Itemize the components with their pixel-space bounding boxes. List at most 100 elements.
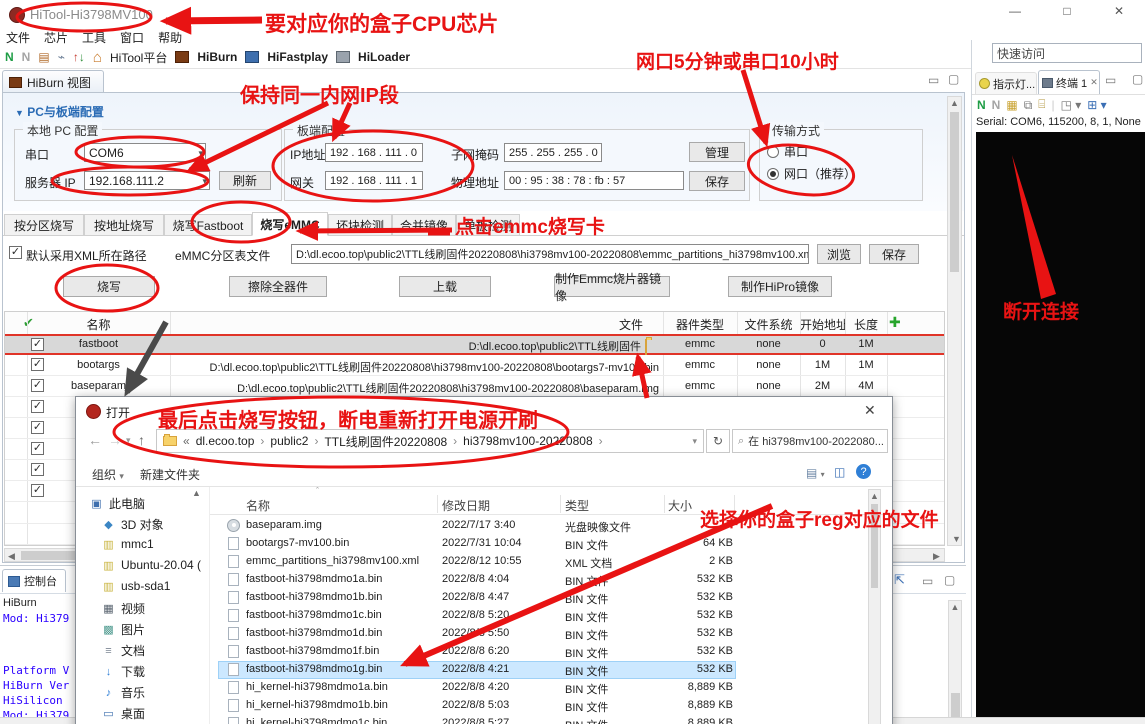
serial-combobox[interactable]: COM6 ▾ — [84, 143, 206, 162]
terminal-minimize-icon[interactable]: ▭ — [1105, 74, 1116, 86]
tab-terminal-1[interactable]: 终端 1 ✕ — [1038, 70, 1100, 94]
burn-button[interactable]: 烧写 — [63, 276, 155, 297]
panel-minimize-icon[interactable]: ▭ — [928, 74, 939, 86]
file-row[interactable]: fastboot-hi3798mdmo1a.bin 2022/8/8 4:04 … — [210, 571, 893, 589]
sidebar-item-pictures[interactable]: ▩图片 — [102, 621, 145, 638]
console-vscrollbar[interactable]: ▲ — [948, 600, 962, 718]
tab-burn-emmc[interactable]: 烧写eMMC — [252, 212, 328, 236]
sidebar-item-music[interactable]: ♪音乐 — [102, 684, 145, 701]
board-config-icon[interactable]: ⌁ — [58, 50, 65, 64]
add-row-icon[interactable]: ✚ — [889, 314, 901, 331]
file-row[interactable]: bootargs7-mv100.bin 2022/7/31 10:04 BIN … — [210, 535, 893, 553]
row-checkbox[interactable]: ✓ — [31, 421, 44, 434]
file-row[interactable]: hi_kernel-hi3798mdmo1a.bin 2022/8/8 4:20… — [210, 679, 893, 697]
menu-help[interactable]: 帮助 — [158, 29, 182, 46]
back-icon[interactable]: ← — [88, 432, 102, 448]
hiburn-icon[interactable] — [175, 51, 189, 63]
file-row[interactable]: hi_kernel-hi3798mdmo1b.bin 2022/8/8 5:03… — [210, 697, 893, 715]
terminal-connect-icon[interactable]: N — [977, 98, 986, 112]
tab-merge-image[interactable]: 合并镜像 — [392, 214, 456, 236]
help-icon[interactable]: ? — [856, 464, 871, 479]
hitool-home-icon[interactable]: ⌂ — [93, 49, 102, 66]
hifastplay-icon[interactable] — [245, 51, 259, 63]
erase-all-button[interactable]: 擦除全器件 — [229, 276, 327, 297]
menu-window[interactable]: 窗口 — [120, 29, 144, 46]
make-emmc-image-button[interactable]: 制作Emmc烧片器镜像 — [554, 276, 670, 297]
col-file-size[interactable]: 大小 — [668, 497, 692, 514]
sidebar-item-downloads[interactable]: ↓下载 — [102, 663, 145, 680]
table-row-fastboot[interactable]: ✓ fastboot D:\dl.ecoo.top\public2\TTL线刷固… — [5, 334, 944, 355]
col-file-type[interactable]: 类型 — [565, 497, 589, 514]
terminal-maximize-icon[interactable]: ▢ — [1132, 73, 1143, 85]
export-log-icon[interactable]: ⇱ — [894, 572, 905, 588]
close-button[interactable]: ✕ — [1104, 4, 1134, 24]
upload-button[interactable]: 上载 — [399, 276, 491, 297]
menu-chip[interactable]: 芯片 — [44, 29, 68, 46]
browse-button[interactable]: 浏览 — [817, 244, 861, 264]
tab-console[interactable]: 控制台 — [2, 569, 66, 592]
col-name[interactable]: 名称 — [27, 316, 170, 333]
col-file-name[interactable]: 名称 — [246, 497, 270, 514]
tab-badblock-check[interactable]: 坏块检测 — [328, 214, 392, 236]
row-checkbox[interactable]: ✓ — [31, 463, 44, 476]
mac-field[interactable]: 00 : 95 : 38 : 78 : fb : 57 — [504, 171, 684, 190]
preview-pane-icon[interactable]: ◫ — [834, 465, 845, 479]
sidebar-item-this-pc[interactable]: ▣此电脑 — [90, 495, 145, 512]
launcher-hitool[interactable]: HiTool平台 — [110, 49, 167, 66]
make-hipro-image-button[interactable]: 制作HiPro镜像 — [728, 276, 832, 297]
col-length[interactable]: 长度 — [845, 316, 887, 333]
terminal-lock-icon[interactable]: ⌸ — [1038, 97, 1045, 112]
terminal-copy-icon[interactable]: ⧉ — [1024, 99, 1033, 111]
address-chevron-icon[interactable]: ▾ — [692, 436, 697, 447]
folder-icon[interactable] — [645, 339, 647, 355]
tab-indicator[interactable]: 指示灯... — [975, 72, 1037, 94]
breadcrumb-segment[interactable]: TTL线刷固件20220808 — [324, 433, 447, 450]
breadcrumb-segment[interactable]: hi3798mv100-20220808 — [463, 434, 592, 448]
file-row[interactable]: fastboot-hi3798mdmo1f.bin 2022/8/8 6:20 … — [210, 643, 893, 661]
panel-vscrollbar[interactable]: ▲ ▼ — [947, 96, 962, 546]
sidebar-item-desktop[interactable]: ▭桌面 — [102, 705, 145, 722]
sidebar-scroll-up-icon[interactable]: ▲ — [192, 489, 201, 498]
connect-icon[interactable]: N — [5, 50, 14, 64]
tab-burn-fastboot[interactable]: 烧写Fastboot — [164, 214, 252, 236]
terminal-disconnect-icon[interactable]: N — [992, 98, 1001, 112]
maximize-button[interactable]: □ — [1052, 4, 1082, 24]
launcher-hiloader[interactable]: HiLoader — [358, 50, 410, 64]
tab-hiburn-view[interactable]: HiBurn 视图 — [2, 70, 104, 93]
board-ip-field[interactable]: 192 . 168 . 111 . 0 — [325, 143, 423, 162]
xml-save-button[interactable]: 保存 — [869, 244, 919, 264]
server-ip-combobox[interactable]: 192.168.111.2 ▾ — [84, 171, 210, 190]
sidebar-item-mmc1[interactable]: ▥mmc1 — [102, 537, 154, 551]
xml-default-checkbox[interactable]: ✓ — [9, 246, 22, 259]
refresh-icon[interactable]: ↻ — [706, 429, 730, 453]
table-row-bootargs[interactable]: ✓ bootargs D:\dl.ecoo.top\public2\TTL线刷固… — [5, 355, 944, 376]
quick-access-input[interactable]: 快速访问 — [992, 43, 1142, 63]
col-start[interactable]: 开始地址 — [800, 316, 845, 333]
minimize-button[interactable]: — — [1000, 4, 1030, 24]
panel-maximize-icon[interactable]: ▢ — [948, 73, 959, 85]
sidebar-item-documents[interactable]: ≡文档 — [102, 642, 145, 659]
new-folder-button[interactable]: 新建文件夹 — [140, 466, 200, 483]
forward-icon[interactable]: → — [108, 432, 122, 448]
console-minimize-icon[interactable]: ▭ — [922, 575, 933, 587]
breadcrumb-segment[interactable]: dl.ecoo.top — [196, 434, 255, 448]
search-input[interactable]: ⌕ 在 hi3798mv100-2022080... — [732, 429, 888, 453]
subnet-field[interactable]: 255 . 255 . 255 . 0 — [504, 143, 602, 162]
transfer-icon[interactable]: ↑↓ — [73, 50, 85, 64]
radio-serial[interactable]: 串口 — [767, 143, 808, 160]
radio-network[interactable]: 网口（推荐） — [767, 165, 856, 182]
launcher-hifastplay[interactable]: HiFastplay — [267, 50, 328, 64]
up-icon[interactable]: ↑ — [138, 432, 145, 448]
burn-package-icon[interactable]: ▤ — [38, 50, 49, 64]
sidebar-item-usb[interactable]: ▥usb-sda1 — [102, 579, 170, 593]
col-file-date[interactable]: 修改日期 — [442, 497, 490, 514]
refresh-button[interactable]: 刷新 — [219, 171, 271, 190]
section-pc-board-config[interactable]: ▼ PC与板端配置 — [15, 103, 104, 120]
file-row[interactable]: fastboot-hi3798mdmo1d.bin 2022/8/8 5:50 … — [210, 625, 893, 643]
launcher-hiburn[interactable]: HiBurn — [197, 50, 237, 64]
menu-file[interactable]: 文件 — [6, 29, 30, 46]
terminal-settings-icon[interactable]: ▦ — [1006, 98, 1017, 112]
sidebar-item-3d-objects[interactable]: ◆3D 对象 — [102, 516, 164, 533]
xml-path-input[interactable]: D:\dl.ecoo.top\public2\TTL线刷固件20220808\h… — [291, 244, 809, 264]
file-row[interactable]: emmc_partitions_hi3798mv100.xml 2022/8/1… — [210, 553, 893, 571]
